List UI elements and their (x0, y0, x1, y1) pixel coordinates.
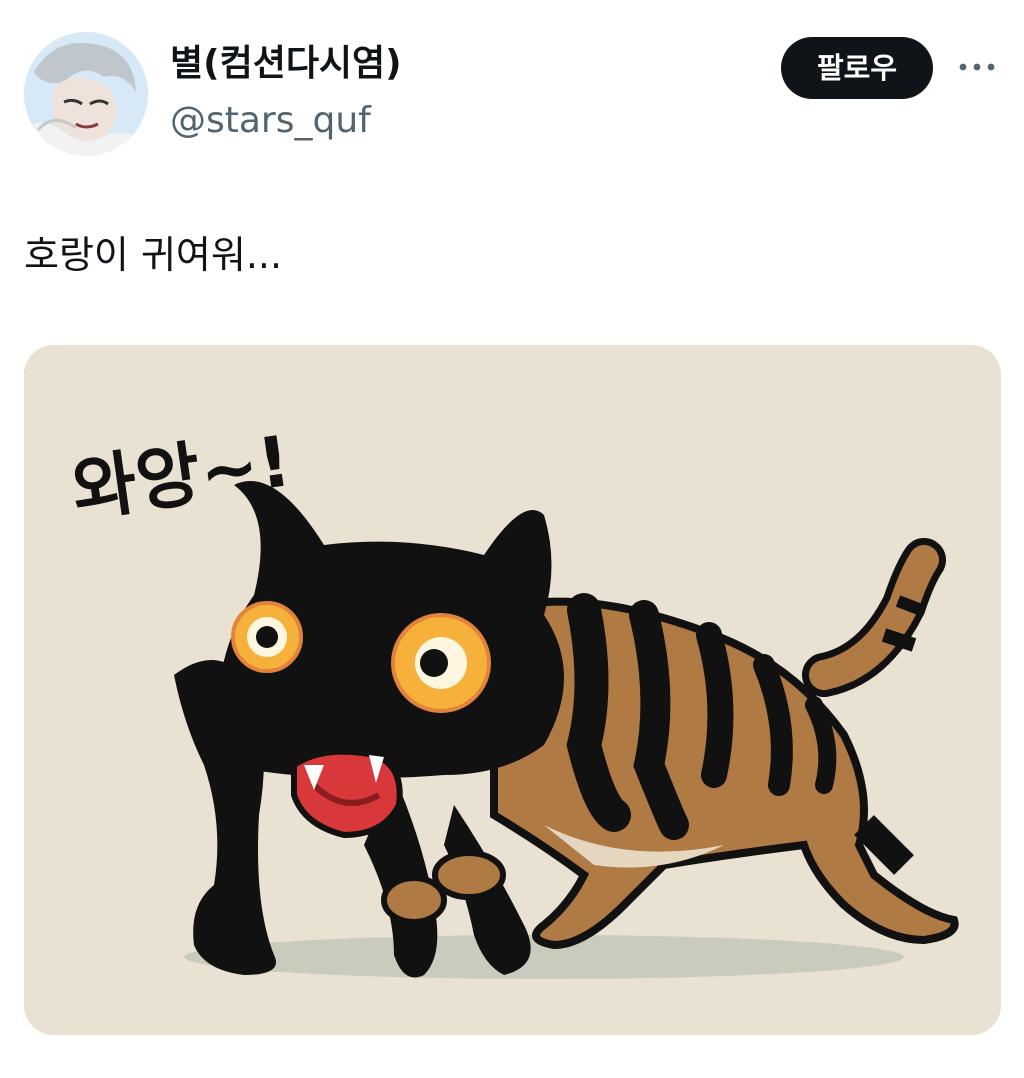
tiger-illustration: 와앙~! (24, 345, 1001, 1035)
avatar-illustration (24, 32, 148, 156)
tweet-text: 호랑이 귀여워... (24, 233, 283, 277)
follow-button[interactable]: 팔로우 (781, 37, 933, 99)
user-handle[interactable]: @stars_quf (170, 98, 371, 144)
display-name[interactable]: 별(컴션다시염) (170, 40, 402, 88)
more-horizontal-icon[interactable] (956, 52, 998, 82)
avatar[interactable] (24, 32, 148, 156)
tweet-image[interactable]: 와앙~! (24, 345, 1001, 1035)
